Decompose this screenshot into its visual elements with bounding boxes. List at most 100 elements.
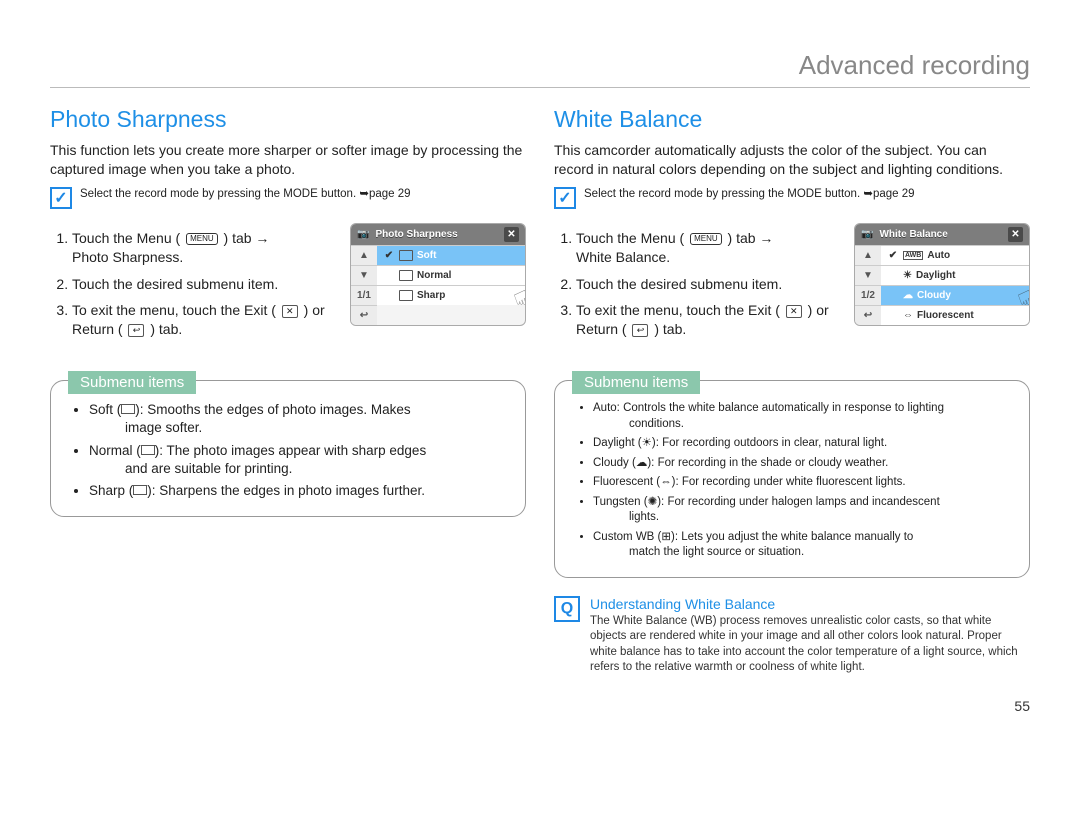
return-icon: ↩ <box>128 324 144 337</box>
heading-photo-sharpness: Photo Sharpness <box>50 106 526 133</box>
submenu-desc: For recording in the shade or cloudy wea… <box>658 457 889 469</box>
lcd-item-label: Fluorescent <box>917 310 974 321</box>
submenu-desc: For recording outdoors in clear, natural… <box>662 437 887 449</box>
tip-row: ✓ Select the record mode by pressing the… <box>50 187 526 209</box>
lcd-item-fluorescent[interactable]: ⇔ Fluorescent <box>881 305 1029 325</box>
submenu-item: Cloudy (☁): For recording in the shade o… <box>593 456 1013 472</box>
submenu-name: Tungsten <box>593 496 641 508</box>
nav-down-icon[interactable]: ▼ <box>351 265 377 285</box>
understanding-wb-note: Q Understanding White Balance The White … <box>554 596 1030 676</box>
submenu-badge: Submenu items <box>68 371 196 394</box>
note-title: Understanding White Balance <box>590 596 1030 612</box>
close-icon[interactable]: ✕ <box>504 227 519 242</box>
submenu-badge: Submenu items <box>572 371 700 394</box>
camera-icon: 📷 <box>861 229 873 240</box>
lcd-title: White Balance <box>879 229 1002 240</box>
step-2: Touch the desired submenu item. <box>576 275 842 294</box>
submenu-item: Soft (): Smooths the edges of photo imag… <box>89 401 509 437</box>
lcd-item-soft[interactable]: ✔ Soft <box>377 245 525 265</box>
sun-icon: ☀ <box>642 437 652 449</box>
steps-list: Touch the Menu ( MENU ) tab → White Bala… <box>554 229 842 347</box>
intro-photo-sharpness: This function lets you create more sharp… <box>50 141 526 179</box>
step-text: White Balance. <box>576 249 670 265</box>
submenu-desc: Lets you adjust the white balance manual… <box>681 531 913 543</box>
submenu-cont: match the light source or situation. <box>593 545 1013 561</box>
lcd-item-label: Sharp <box>417 290 445 301</box>
step-2: Touch the desired submenu item. <box>72 275 338 294</box>
submenu-name: Auto <box>593 402 617 414</box>
note-body: The White Balance (WB) process removes u… <box>590 614 1030 676</box>
nav-return-icon[interactable]: ↩ <box>351 305 377 325</box>
submenu-desc: The photo images appear with sharp edges <box>167 443 427 458</box>
submenu-box: Soft (): Smooths the edges of photo imag… <box>50 380 526 517</box>
sun-icon: ☀ <box>903 270 912 281</box>
submenu-desc: Smooths the edges of photo images. Makes <box>147 402 410 417</box>
tip-text: Select the record mode by pressing the M… <box>80 187 411 202</box>
step-text: ) tab. <box>654 321 686 337</box>
submenu-item: Tungsten (✺): For recording under haloge… <box>593 495 1013 526</box>
step-3: To exit the menu, touch the Exit ( ✕ ) o… <box>72 301 338 339</box>
sharpness-icon <box>399 250 413 261</box>
close-icon[interactable]: ✕ <box>1008 227 1023 242</box>
column-white-balance: White Balance This camcorder automatical… <box>554 106 1030 676</box>
exit-icon: ✕ <box>282 305 298 318</box>
step-1: Touch the Menu ( MENU ) tab → Photo Shar… <box>72 229 338 267</box>
step-text: To exit the menu, touch the Exit ( <box>576 302 780 318</box>
sharp-icon <box>133 485 147 495</box>
magnifier-icon: Q <box>554 596 580 622</box>
nav-down-icon[interactable]: ▼ <box>855 265 881 285</box>
normal-icon <box>141 445 155 455</box>
lcd-item-label: Cloudy <box>917 290 951 301</box>
submenu-item: Sharp (): Sharpens the edges in photo im… <box>89 482 509 500</box>
custom-wb-icon: ⊞ <box>661 531 671 543</box>
fluorescent-icon: ⇔ <box>903 310 913 321</box>
column-photo-sharpness: Photo Sharpness This function lets you c… <box>50 106 526 676</box>
submenu-cont: conditions. <box>593 417 1013 433</box>
check-icon: ✔ <box>383 250 395 261</box>
submenu-desc: Controls the white balance automatically… <box>623 402 944 414</box>
lcd-title: Photo Sharpness <box>375 229 498 240</box>
steps-list: Touch the Menu ( MENU ) tab → Photo Shar… <box>50 229 338 347</box>
lcd-item-auto[interactable]: ✔ AWB Auto <box>881 245 1029 265</box>
submenu-item: Fluorescent (⇔): For recording under whi… <box>593 475 1013 491</box>
step-text: Touch the Menu ( <box>576 230 684 246</box>
cloud-icon: ☁ <box>636 457 648 469</box>
nav-return-icon[interactable]: ↩ <box>855 305 881 325</box>
exit-icon: ✕ <box>786 305 802 318</box>
submenu-desc: For recording under white fluorescent li… <box>682 476 906 488</box>
submenu-item: Custom WB (⊞): Lets you adjust the white… <box>593 530 1013 561</box>
lcd-item-cloudy[interactable]: ☁ Cloudy <box>881 285 1029 305</box>
soft-icon <box>121 404 135 414</box>
submenu-name: Soft <box>89 402 113 417</box>
lcd-item-daylight[interactable]: ☀ Daylight <box>881 265 1029 285</box>
step-text: ) tab. <box>150 321 182 337</box>
nav-up-icon[interactable]: ▲ <box>855 245 881 265</box>
step-text: To exit the menu, touch the Exit ( <box>72 302 276 318</box>
page-number: 55 <box>50 698 1030 714</box>
cloud-icon: ☁ <box>903 290 913 301</box>
submenu-item: Auto: Controls the white balance automat… <box>593 401 1013 432</box>
menu-pill-icon: MENU <box>690 233 722 245</box>
submenu-item: Normal (): The photo images appear with … <box>89 442 509 478</box>
step-text: Touch the Menu ( <box>72 230 180 246</box>
lcd-item-sharp[interactable]: Sharp <box>377 285 525 305</box>
check-icon: ✔ <box>887 250 899 261</box>
lcd-item-label: Soft <box>417 250 436 261</box>
lcd-item-label: Auto <box>927 250 950 261</box>
fluorescent-icon: ⇔ <box>660 476 672 488</box>
lcd-panel-photo-sharpness: 📷 Photo Sharpness ✕ ▲ ▼ 1/1 ↩ ✔ <box>350 223 526 326</box>
heading-white-balance: White Balance <box>554 106 1030 133</box>
lcd-item-normal[interactable]: Normal <box>377 265 525 285</box>
sharpness-icon <box>399 290 413 301</box>
tip-text: Select the record mode by pressing the M… <box>584 187 915 202</box>
page-indicator: 1/2 <box>855 285 881 305</box>
return-icon: ↩ <box>632 324 648 337</box>
nav-up-icon[interactable]: ▲ <box>351 245 377 265</box>
menu-pill-icon: MENU <box>186 233 218 245</box>
submenu-box: Auto: Controls the white balance automat… <box>554 380 1030 578</box>
step-text: Photo Sharpness. <box>72 249 183 265</box>
step-1: Touch the Menu ( MENU ) tab → White Bala… <box>576 229 842 267</box>
submenu-name: Sharp <box>89 483 125 498</box>
tip-row: ✓ Select the record mode by pressing the… <box>554 187 1030 209</box>
submenu-name: Cloudy <box>593 457 629 469</box>
